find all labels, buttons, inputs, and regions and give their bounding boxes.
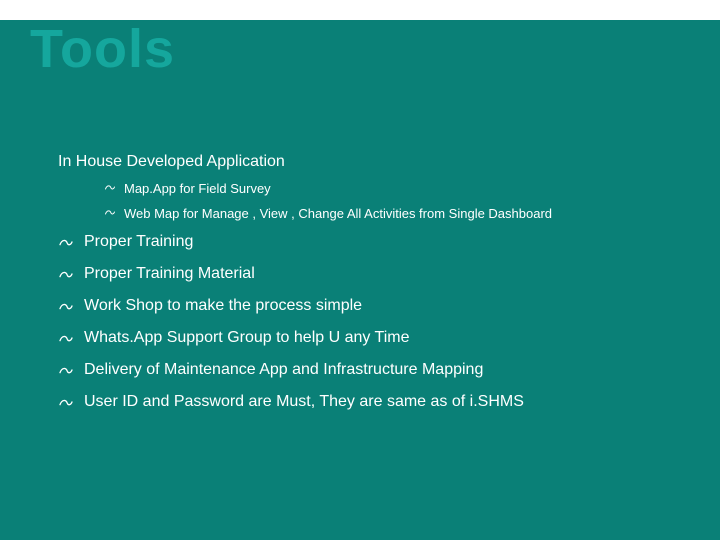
slide-title: Tools bbox=[30, 18, 175, 80]
flourish-icon bbox=[104, 206, 116, 218]
list-item-label: Web Map for Manage , View , Change All A… bbox=[124, 206, 688, 221]
list-item: Proper Training bbox=[58, 233, 688, 251]
content-area: In House Developed Application Map.App f… bbox=[58, 153, 688, 411]
flourish-icon bbox=[58, 329, 74, 346]
list-item-label: Proper Training bbox=[84, 233, 688, 251]
slide: Tools In House Developed Application Map… bbox=[0, 0, 720, 540]
list-item: User ID and Password are Must, They are … bbox=[58, 393, 688, 411]
sub-list: Map.App for Field Survey Web Map for Man… bbox=[104, 181, 688, 221]
flourish-icon bbox=[58, 233, 74, 250]
list-item: Web Map for Manage , View , Change All A… bbox=[104, 206, 688, 221]
list-item: Whats.App Support Group to help U any Ti… bbox=[58, 329, 688, 347]
flourish-icon bbox=[58, 265, 74, 282]
list-item: Map.App for Field Survey bbox=[104, 181, 688, 196]
list-item: Proper Training Material bbox=[58, 265, 688, 283]
list-item-label: Map.App for Field Survey bbox=[124, 181, 688, 196]
flourish-icon bbox=[58, 361, 74, 378]
list-item: Work Shop to make the process simple bbox=[58, 297, 688, 315]
slide-body: In House Developed Application Map.App f… bbox=[0, 135, 720, 540]
list-item-label: Whats.App Support Group to help U any Ti… bbox=[84, 329, 688, 347]
flourish-icon bbox=[58, 297, 74, 314]
list-item-label: Work Shop to make the process simple bbox=[84, 297, 688, 315]
list-item-label: Proper Training Material bbox=[84, 265, 688, 283]
flourish-icon bbox=[104, 181, 116, 193]
main-list: Proper Training Proper Training Material bbox=[58, 233, 688, 411]
flourish-icon bbox=[58, 393, 74, 410]
list-item-label: User ID and Password are Must, They are … bbox=[84, 393, 688, 411]
list-item-label: Delivery of Maintenance App and Infrastr… bbox=[84, 361, 688, 379]
intro-text: In House Developed Application bbox=[58, 153, 688, 171]
list-item: Delivery of Maintenance App and Infrastr… bbox=[58, 361, 688, 379]
